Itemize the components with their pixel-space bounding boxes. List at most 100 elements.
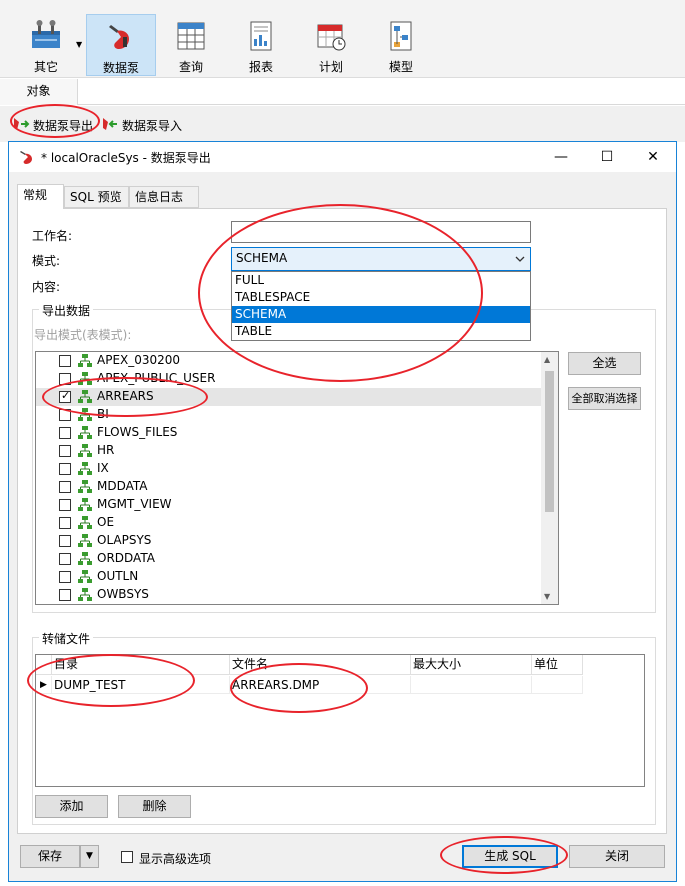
ribbon-toolbar: 其它 ▼ 数据泵 查询 报表 计划 模型 (0, 0, 685, 78)
schema-list-item[interactable]: ORDDATA (36, 550, 542, 568)
schema-name: OLAPSYS (97, 533, 152, 547)
mode-option-tablespace[interactable]: TABLESPACE (232, 289, 530, 306)
ribbon-datapump-label: 数据泵 (102, 61, 139, 75)
schema-checkbox[interactable] (59, 427, 71, 439)
job-name-label: 工作名: (32, 229, 73, 243)
mode-option-schema[interactable]: SCHEMA (232, 306, 530, 323)
job-name-input[interactable] (231, 221, 531, 243)
schema-name: MGMT_VIEW (97, 497, 172, 511)
schema-checkbox[interactable] (59, 373, 71, 385)
schema-checkbox[interactable]: ✓ (59, 389, 71, 403)
close-icon[interactable]: ✕ (630, 142, 676, 172)
schema-list-item[interactable]: OLAPSYS (36, 532, 542, 550)
ribbon-model-label: 模型 (388, 60, 413, 74)
table-grid-icon (175, 20, 207, 55)
ribbon-report-button[interactable]: 报表 (230, 14, 292, 76)
schema-list-item[interactable]: APEX_030200 (36, 352, 542, 370)
schema-list-scrollbar[interactable]: ▲ ▼ (541, 352, 558, 604)
schema-checkbox[interactable] (59, 355, 71, 367)
mode-option-table[interactable]: TABLE (232, 323, 530, 340)
add-button[interactable]: 添加 (35, 795, 108, 818)
schema-list-item[interactable]: MGMT_VIEW (36, 496, 542, 514)
schema-list-item[interactable]: OWBSYS (36, 586, 542, 604)
schema-checkbox[interactable] (59, 553, 71, 565)
ribbon-query-button[interactable]: 查询 (160, 14, 222, 76)
ribbon-model-button[interactable]: 模型 (370, 14, 432, 76)
select-all-button[interactable]: 全选 (568, 352, 641, 375)
schema-list-item[interactable]: MDDATA (36, 478, 542, 496)
schema-list-item[interactable]: OE (36, 514, 542, 532)
schema-checkbox[interactable] (59, 499, 71, 511)
tools-icon (29, 20, 63, 55)
deselect-all-button[interactable]: 全部取消选择 (568, 387, 641, 410)
schema-checkbox[interactable] (59, 535, 71, 547)
column-header-unit: 单位 (532, 655, 583, 675)
ribbon-schedule-button[interactable]: 计划 (300, 14, 362, 76)
dump-filename-cell[interactable]: ARREARS.DMP (230, 676, 411, 694)
ribbon-other-button[interactable]: 其它 (16, 14, 76, 76)
datapump-toolbar: 数据泵导出 数据泵导入 (0, 106, 685, 142)
ribbon-query-label: 查询 (178, 60, 203, 74)
datapump-export-dialog: * localOracleSys - 数据泵导出 — ☐ ✕ 常规 SQL 预览… (8, 141, 677, 882)
schema-name: BI (97, 407, 109, 421)
maximize-icon[interactable]: ☐ (584, 142, 630, 172)
schema-checkbox[interactable] (59, 409, 71, 421)
scrollbar-thumb[interactable] (545, 371, 554, 512)
dropdown-arrow-icon[interactable]: ▼ (76, 40, 82, 49)
mode-selected-value: SCHEMA (236, 251, 288, 265)
schema-list-item[interactable]: OUTLN (36, 568, 542, 586)
ribbon-other-label: 其它 (33, 60, 58, 74)
datapump-export-button[interactable]: 数据泵导出 (12, 116, 93, 134)
schema-checkbox[interactable] (59, 571, 71, 583)
ribbon-datapump-button[interactable]: 数据泵 (86, 14, 156, 76)
schema-name: FLOWS_FILES (97, 425, 178, 439)
dump-directory-cell[interactable]: DUMP_TEST (52, 676, 230, 694)
column-header-directory: 目录 (52, 655, 230, 675)
advanced-options-checkbox[interactable] (121, 851, 133, 863)
column-header-max-size: 最大大小 (411, 655, 532, 675)
mode-label: 模式: (32, 254, 61, 268)
dialog-titlebar: * localOracleSys - 数据泵导出 — ☐ ✕ (9, 142, 676, 172)
schema-checkbox[interactable] (59, 481, 71, 493)
datapump-import-button[interactable]: 数据泵导入 (101, 116, 182, 134)
schema-list-item[interactable]: ✓ ARREARS (36, 388, 542, 406)
schema-checkbox[interactable] (59, 589, 71, 601)
schema-checkbox[interactable] (59, 463, 71, 475)
schema-name: IX (97, 461, 109, 475)
report-icon (245, 20, 277, 55)
mode-select[interactable]: SCHEMA (231, 247, 531, 271)
schema-list-item[interactable]: APEX_PUBLIC_USER (36, 370, 542, 388)
save-button[interactable]: 保存 (20, 845, 80, 868)
datapump-export-label: 数据泵导出 (33, 119, 94, 133)
tab-objects[interactable]: 对象 (0, 79, 78, 105)
delete-button[interactable]: 删除 (118, 795, 191, 818)
close-button[interactable]: 关闭 (569, 845, 665, 868)
object-tab-bar: 对象 (0, 79, 685, 105)
export-icon (12, 116, 30, 137)
save-dropdown-arrow-icon[interactable]: ▼ (80, 845, 99, 868)
fuel-pump-icon (105, 21, 137, 56)
calendar-clock-icon (315, 20, 347, 55)
checkmark-icon: ✓ (61, 389, 71, 402)
schema-list-item[interactable]: HR (36, 442, 542, 460)
generate-sql-button[interactable]: 生成 SQL (462, 845, 558, 868)
schema-checkbox[interactable] (59, 517, 71, 529)
schema-checkbox[interactable] (59, 445, 71, 457)
schema-list-item[interactable]: IX (36, 460, 542, 478)
schema-list-item[interactable]: BI (36, 406, 542, 424)
dump-unit-cell[interactable] (532, 676, 583, 694)
tab-info-log[interactable]: 信息日志 (129, 186, 199, 208)
tab-sql-preview[interactable]: SQL 预览 (64, 186, 129, 208)
import-icon (101, 116, 119, 137)
schema-name: ORDDATA (97, 551, 155, 565)
scroll-down-icon[interactable]: ▼ (544, 592, 550, 601)
tab-general[interactable]: 常规 (17, 184, 64, 209)
scroll-up-icon[interactable]: ▲ (544, 355, 550, 364)
dump-max-size-cell[interactable] (411, 676, 532, 694)
dump-file-group: 转储文件 目录 文件名 最大大小 单位 ▶ DUMP_TEST ARREARS.… (32, 630, 656, 825)
mode-option-full[interactable]: FULL (232, 272, 530, 289)
minimize-icon[interactable]: — (538, 142, 584, 172)
schema-name: OE (97, 515, 115, 529)
schema-name: APEX_030200 (97, 353, 181, 367)
schema-list-item[interactable]: FLOWS_FILES (36, 424, 542, 442)
